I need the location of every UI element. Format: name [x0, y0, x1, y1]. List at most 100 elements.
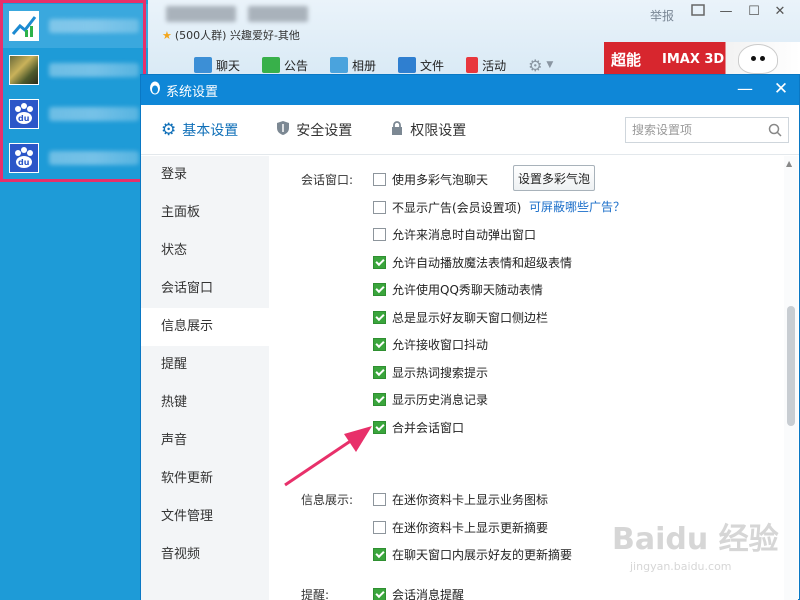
nav-item-sound[interactable]: 声音 [141, 422, 269, 460]
ad-banner[interactable]: 超能 IMAX 3D [604, 42, 800, 76]
section-label-remind: 提醒: [301, 588, 330, 600]
option-show-sidebar[interactable]: 总是显示好友聊天窗口侧边栏 [373, 308, 548, 326]
ad-text-imax: IMAX 3D [662, 51, 725, 67]
chart-app-avatar [9, 11, 39, 41]
nav-item-info-display[interactable]: 信息展示 [141, 308, 269, 346]
settings-search[interactable] [625, 117, 789, 143]
star-icon: ★ [162, 28, 172, 42]
nav-item-software-update[interactable]: 软件更新 [141, 460, 269, 498]
contact-name-blurred [49, 151, 139, 165]
nav-item-login[interactable]: 登录 [141, 156, 269, 194]
contact-name-blurred [49, 19, 139, 33]
checkbox[interactable] [373, 172, 386, 186]
scrollbar[interactable]: ▲ [784, 156, 798, 600]
option-mini-card-icons[interactable]: 在迷你资料卡上显示业务图标 [373, 490, 548, 508]
nav-item-status[interactable]: 状态 [141, 232, 269, 270]
section-label-info: 信息展示: [301, 493, 354, 507]
checkbox-checked[interactable] [373, 587, 386, 600]
minimize-icon[interactable]: — [735, 79, 755, 98]
group-subtitle-text: (500人群) 兴趣爱好-其他 [174, 29, 300, 42]
option-colorful-bubble[interactable]: 使用多彩气泡聊天 [373, 170, 488, 188]
chevron-down-icon: ▼ [546, 60, 554, 70]
option-auto-popup[interactable]: 允许来消息时自动弹出窗口 [373, 225, 536, 243]
gear-icon: ⚙ [161, 119, 177, 140]
shield-icon [276, 120, 290, 140]
option-autoplay-emoticons[interactable]: 允许自动播放魔法表情和超级表情 [373, 253, 572, 271]
settings-title: 系统设置 [149, 81, 218, 100]
nav-item-audio-video[interactable]: 音视频 [141, 536, 269, 574]
minimize-icon[interactable]: — [716, 4, 736, 19]
checkbox-checked[interactable] [373, 365, 386, 379]
contact-item[interactable]: du [0, 92, 148, 136]
tab-activity[interactable]: 活动 [460, 54, 512, 76]
tab-basic-settings[interactable]: ⚙ 基本设置 [161, 120, 238, 140]
settings-gear-dropdown[interactable]: ⚙ ▼ [522, 54, 559, 76]
checkbox[interactable] [373, 200, 386, 214]
folder-icon [398, 57, 417, 73]
checkbox-checked[interactable] [373, 337, 386, 351]
nav-item-main-panel[interactable]: 主面板 [141, 194, 269, 232]
contact-item[interactable] [0, 48, 148, 92]
checkbox-checked[interactable] [373, 255, 386, 269]
option-hide-ads[interactable]: 不显示广告(会员设置项) [373, 198, 521, 216]
search-icon[interactable] [768, 123, 782, 140]
svg-text:du: du [18, 114, 30, 123]
contact-name-blurred [49, 63, 139, 77]
option-merge-windows[interactable]: 合并会话窗口 [373, 418, 464, 436]
contact-item[interactable] [0, 4, 148, 48]
checkbox[interactable] [373, 492, 386, 506]
baidu-paw-avatar: du [9, 143, 39, 173]
close-icon[interactable]: ✕ [770, 4, 790, 19]
checkbox[interactable] [373, 227, 386, 241]
group-tabs: 聊天 公告 相册 文件 活动 ⚙ ▼ [188, 54, 559, 76]
svg-text:du: du [18, 158, 30, 167]
tab-album[interactable]: 相册 [324, 54, 382, 76]
search-input[interactable] [626, 123, 762, 137]
album-icon [330, 57, 349, 73]
gear-icon: ⚙ [528, 55, 543, 75]
close-icon[interactable]: ✕ [771, 79, 791, 99]
tab-notice[interactable]: 公告 [256, 54, 314, 76]
maximize-icon[interactable]: ☐ [744, 4, 764, 19]
contact-item[interactable]: du [0, 136, 148, 180]
tab-chat[interactable]: 聊天 [188, 54, 246, 76]
photo-avatar [9, 55, 39, 85]
ad-text-left: 超能 [610, 50, 641, 69]
option-hotword-tips[interactable]: 显示热词搜索提示 [373, 363, 488, 381]
tab-permission-settings[interactable]: 权限设置 [390, 120, 466, 140]
checkbox-checked[interactable] [373, 420, 386, 434]
option-show-history[interactable]: 显示历史消息记录 [373, 390, 488, 408]
skin-icon[interactable] [688, 4, 708, 20]
option-friend-updates[interactable]: 在聊天窗口内展示好友的更新摘要 [373, 545, 572, 563]
settings-titlebar[interactable]: 系统设置 — ✕ [141, 75, 799, 105]
option-qqshow-emoticons[interactable]: 允许使用QQ秀聊天随动表情 [373, 280, 543, 298]
scroll-up-arrow-icon[interactable]: ▲ [786, 159, 792, 168]
tab-files[interactable]: 文件 [392, 54, 450, 76]
checkbox[interactable] [373, 520, 386, 534]
option-window-shake[interactable]: 允许接收窗口抖动 [373, 335, 488, 353]
nav-item-session-window[interactable]: 会话窗口 [141, 270, 269, 308]
robot-mascot-icon [738, 44, 779, 74]
nav-item-reminders[interactable]: 提醒 [141, 346, 269, 384]
baidu-watermark: Baidu 经验 [612, 522, 779, 557]
nav-item-hotkeys[interactable]: 热键 [141, 384, 269, 422]
checkbox-checked[interactable] [373, 282, 386, 296]
lock-icon [390, 120, 404, 140]
settings-tabs: ⚙ 基本设置 安全设置 权限设置 [141, 105, 799, 155]
checkbox-checked[interactable] [373, 310, 386, 324]
blockable-ads-link[interactable]: 可屏蔽哪些广告？ [529, 198, 625, 215]
option-mini-card-updates[interactable]: 在迷你资料卡上显示更新摘要 [373, 518, 548, 536]
nav-item-file-management[interactable]: 文件管理 [141, 498, 269, 536]
tab-security-settings[interactable]: 安全设置 [276, 120, 352, 140]
group-subtitle: ★ (500人群) 兴趣爱好-其他 [162, 27, 300, 43]
checkbox-checked[interactable] [373, 547, 386, 561]
contact-list: du du [0, 0, 148, 600]
notice-icon [262, 57, 281, 73]
set-colorful-bubble-button[interactable]: 设置多彩气泡 [513, 165, 595, 191]
checkbox-checked[interactable] [373, 392, 386, 406]
option-message-reminder[interactable]: 会话消息提醒 [373, 585, 464, 600]
scrollbar-thumb[interactable] [787, 306, 795, 426]
baidu-watermark-url: jingyan.baidu.com [630, 560, 732, 573]
group-chat-window: ★ (500人群) 兴趣爱好-其他 举报 — ☐ ✕ 聊天 公告 相册 文件 活… [148, 0, 800, 82]
report-link[interactable]: 举报 [650, 7, 674, 24]
